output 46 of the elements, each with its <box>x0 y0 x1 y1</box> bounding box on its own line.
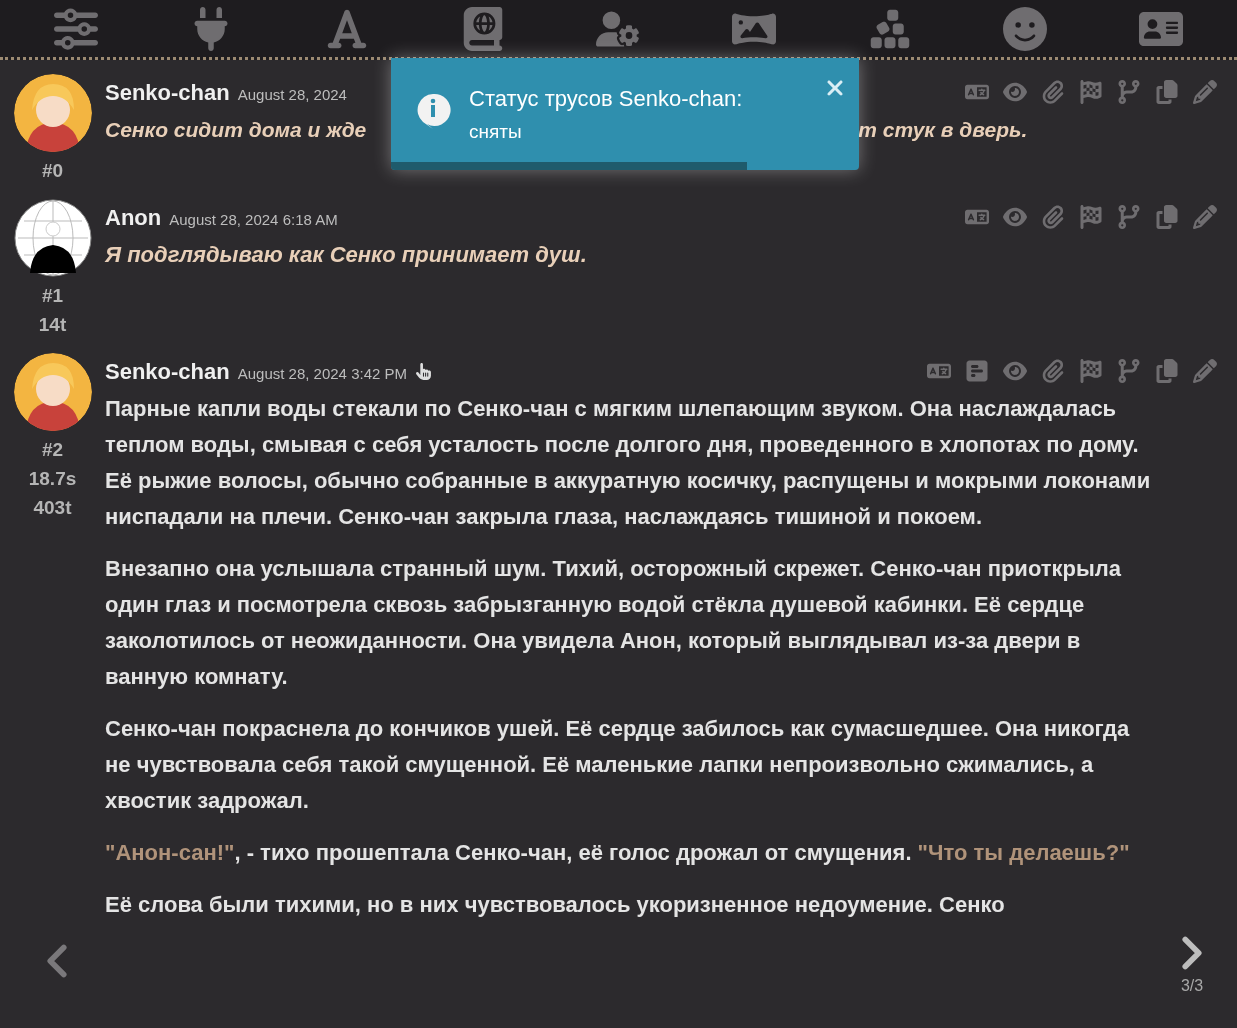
checkered-flag-icon[interactable] <box>1079 359 1103 383</box>
message-paragraph: Я подглядываю как Сенко принимает душ. <box>105 241 588 269</box>
paperclip-icon[interactable] <box>1041 359 1065 383</box>
eye-icon[interactable] <box>1003 359 1027 383</box>
paperclip-icon[interactable] <box>1041 205 1065 229</box>
message-stat: 18.7s <box>28 467 77 491</box>
message-stat: 403t <box>33 496 72 520</box>
swipe-counter: 3/3 <box>1180 976 1204 996</box>
message-stat: 14t <box>38 313 67 337</box>
eye-icon[interactable] <box>1003 80 1027 104</box>
hand-pointer-icon[interactable] <box>415 362 432 380</box>
message-date: August 28, 2024 <box>237 84 347 105</box>
copy-icon[interactable] <box>1155 359 1179 383</box>
message-stat: #1 <box>41 284 64 308</box>
checkered-flag-icon[interactable] <box>1079 205 1103 229</box>
edit-icon[interactable] <box>1193 205 1217 229</box>
message-date: August 28, 2024 6:18 AM <box>169 209 338 230</box>
toast-message: сняты <box>469 120 522 144</box>
author-name: Senko-chan <box>105 357 230 386</box>
message-paragraph: Сенко-чан покраснела до кончиков ушей. Её сердце забилось как сумасшедшее. Она никогда не чувствовала себя такой смущенной. Её маленькие лапки непроизвольно сжимались, а хвостик задрожал. <box>105 715 1131 815</box>
message-paragraph: "Анон-сан!", - тихо прошептала Сенко-чан, её голос дрожал от смущения. "Что ты делаешь?" <box>105 839 1131 867</box>
message-stat: #2 <box>41 438 64 462</box>
branch-icon[interactable] <box>1117 205 1141 229</box>
summary-icon[interactable] <box>965 359 989 383</box>
sliders-icon[interactable] <box>53 6 98 51</box>
copy-icon[interactable] <box>1155 80 1179 104</box>
message-paragraph: Её слова были тихими, но в них чувствовалось укоризненное недоумение. Сенко <box>105 891 1005 919</box>
author-name: Anon <box>105 203 162 232</box>
message-stat: #0 <box>41 159 64 183</box>
eye-icon[interactable] <box>1003 205 1027 229</box>
checkered-flag-icon[interactable] <box>1079 80 1103 104</box>
edit-icon[interactable] <box>1193 359 1217 383</box>
message-date: August 28, 2024 3:42 PM <box>237 363 407 384</box>
copy-icon[interactable] <box>1155 205 1179 229</box>
info-icon <box>415 92 451 130</box>
message-text: т стук в дверь. <box>858 117 1028 143</box>
paperclip-icon[interactable] <box>1041 80 1065 104</box>
branch-icon[interactable] <box>1117 359 1141 383</box>
toast-title: Статус трусов Senko-chan: <box>469 85 743 113</box>
message-paragraph: Парные капли воды стекали по Сенко-чан с мягким шлепающим звуком. Она наслаждалась теплом воды, смывая с себя усталость после долгого дня, проведенного в хлопотах по дому. Её рыжие волосы, обычно собранные в аккуратную косичку, распущены и мокрыми локонами ниспадали на плечи. Сенко-чан закрыла глаза, наслаждаясь тишиной и покоем. <box>105 395 1152 531</box>
branch-icon[interactable] <box>1117 80 1141 104</box>
edit-icon[interactable] <box>1193 80 1217 104</box>
message-text: Сенко сидит дома и жде <box>105 117 367 143</box>
author-name: Senko-chan <box>105 78 230 107</box>
message-paragraph: Внезапно она услышала странный шум. Тихий, осторожный скрежет. Сенко-чан приоткрыла один глаз и посмотрела сквозь забрызганную водой стёкла душевой кабинки. Её сердце заколотилось от неожиданности. Она увидела Анон, который выглядывал из-за двери в ванную комнату. <box>105 555 1122 691</box>
smile-icon[interactable] <box>1003 6 1048 51</box>
